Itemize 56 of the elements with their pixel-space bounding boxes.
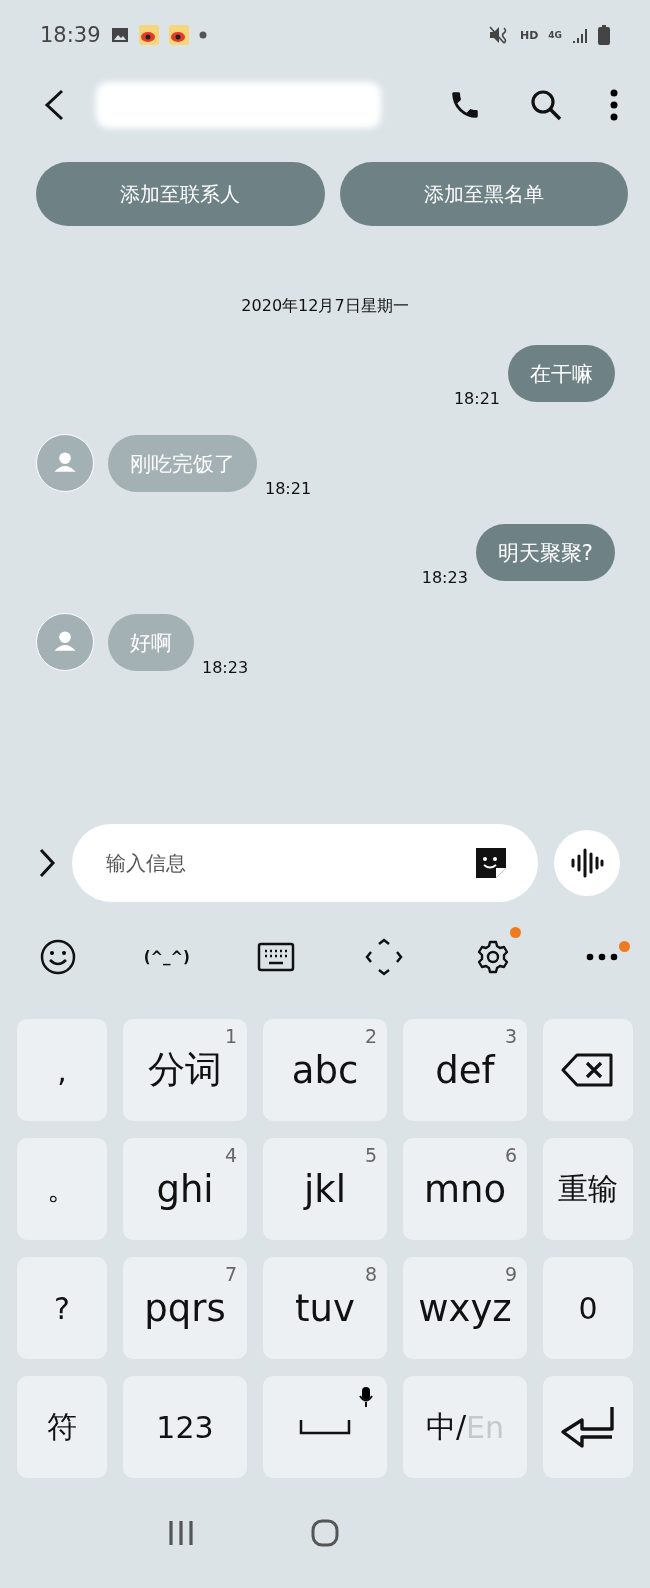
- keypad-key[interactable]: 分词 1: [123, 1019, 247, 1121]
- cursor-move-icon[interactable]: [365, 938, 404, 976]
- message-time: 18:21: [265, 479, 312, 498]
- date-label: 2020年12月7日星期一: [241, 296, 409, 317]
- more-icon[interactable]: [586, 953, 618, 961]
- message-time: 18:21: [453, 389, 500, 408]
- message-bubble: 刚吃完饭了: [108, 435, 257, 492]
- chevron-right-icon[interactable]: [38, 848, 56, 878]
- signal-icon: [572, 27, 588, 43]
- keypad-key[interactable]: def 3: [403, 1019, 527, 1121]
- keypad-key[interactable]: jkl 5: [263, 1138, 387, 1240]
- message-time: 18:23: [421, 568, 468, 587]
- keypad-key[interactable]: 符: [17, 1376, 107, 1478]
- eye-app-icon: [168, 25, 189, 45]
- enter-key[interactable]: [543, 1376, 633, 1478]
- home-icon[interactable]: [310, 1518, 340, 1548]
- keypad-key[interactable]: ,: [17, 1019, 107, 1121]
- recent-apps-icon[interactable]: [167, 1519, 196, 1547]
- keypad-key[interactable]: 重输: [543, 1138, 633, 1240]
- action-button[interactable]: 添加至联系人: [36, 162, 325, 226]
- keypad-key[interactable]: 。: [17, 1138, 107, 1240]
- message-input-field[interactable]: 输入信息: [72, 824, 538, 902]
- status-time: 18:39: [40, 23, 101, 47]
- action-button[interactable]: 添加至黑名单: [339, 162, 628, 226]
- battery-icon: [598, 25, 610, 45]
- keypad-key[interactable]: mno 6: [403, 1138, 527, 1240]
- keypad-key[interactable]: ghi 4: [123, 1138, 247, 1240]
- backspace-key[interactable]: [543, 1019, 633, 1121]
- message-time: 18:23: [202, 658, 249, 677]
- microphone-icon: [359, 1386, 373, 1408]
- hd-label: HD: [520, 28, 539, 42]
- keypad-key[interactable]: 0: [543, 1257, 633, 1359]
- more-options-icon[interactable]: [610, 89, 618, 121]
- sound-wave-icon: [570, 848, 604, 878]
- sticker-icon[interactable]: [474, 846, 508, 880]
- backspace-icon: [561, 1053, 615, 1087]
- smiley-icon[interactable]: [40, 939, 76, 975]
- network-label: 4G: [548, 30, 562, 40]
- keypad-key[interactable]: ?: [17, 1257, 107, 1359]
- eye-app-icon: [138, 25, 159, 45]
- space-bar-icon: [299, 1419, 351, 1435]
- enter-icon: [560, 1404, 616, 1450]
- keypad-key[interactable]: wxyz 9: [403, 1257, 527, 1359]
- message-bubble: 明天聚聚?: [475, 524, 615, 581]
- kaomoji-button[interactable]: (^_^): [143, 948, 190, 966]
- search-icon[interactable]: [530, 89, 562, 121]
- message-bubble: 在干嘛: [508, 345, 615, 402]
- gallery-icon: [110, 27, 129, 43]
- keypad-key[interactable]: abc 2: [263, 1019, 387, 1121]
- space-key[interactable]: [263, 1376, 387, 1478]
- keypad-key[interactable]: pqrs 7: [123, 1257, 247, 1359]
- message-bubble: 好啊: [108, 614, 194, 671]
- keypad-key[interactable]: tuv 8: [263, 1257, 387, 1359]
- keypad-key[interactable]: 123: [123, 1376, 247, 1478]
- dot-icon: [198, 31, 207, 39]
- keyboard-icon[interactable]: [256, 942, 295, 972]
